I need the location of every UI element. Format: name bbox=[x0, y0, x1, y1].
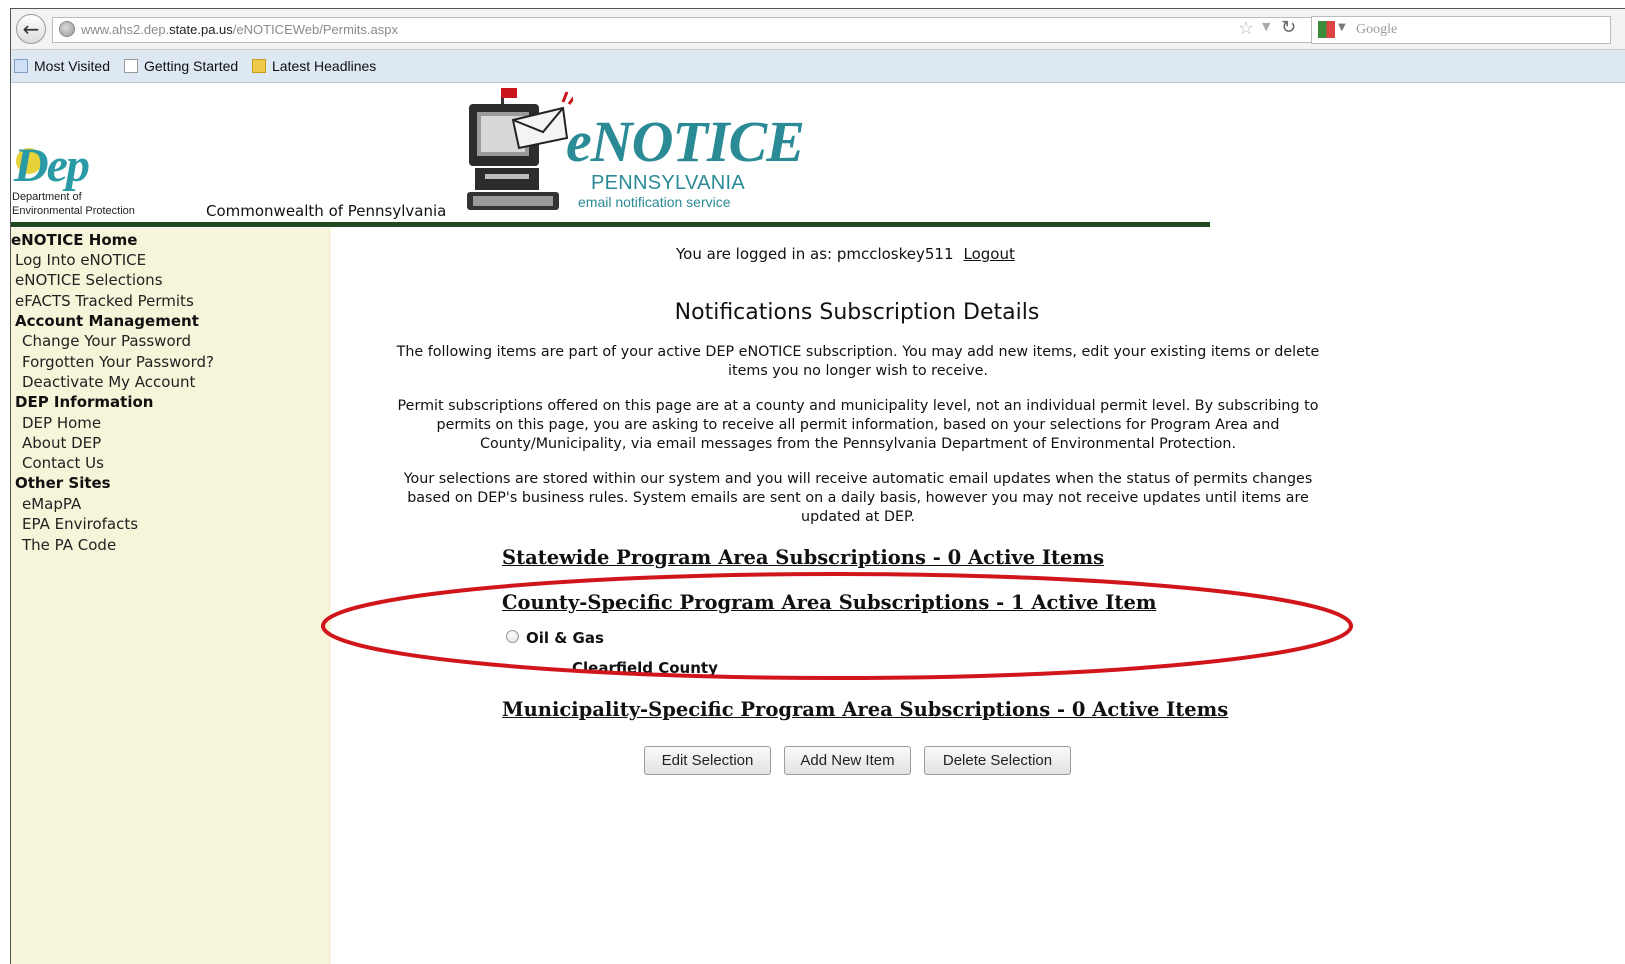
address-bar[interactable]: www.ahs2.dep.state.pa.us/eNOTICEWeb/Perm… bbox=[52, 17, 1317, 43]
statewide-subscriptions-link[interactable]: Statewide Program Area Subscriptions - 0… bbox=[502, 546, 1104, 569]
sidebar-item-change-password[interactable]: Change Your Password bbox=[22, 332, 191, 350]
google-icon bbox=[1318, 21, 1335, 38]
globe-icon bbox=[59, 21, 75, 37]
sidebar-item-emappa[interactable]: eMapPA bbox=[22, 495, 81, 513]
bookmark-latest-headlines[interactable]: Latest Headlines bbox=[252, 58, 376, 74]
search-placeholder: Google bbox=[1356, 22, 1398, 37]
logout-link[interactable]: Logout bbox=[964, 245, 1015, 263]
sidebar-item-dep-home[interactable]: DEP Home bbox=[22, 414, 101, 432]
permit-info-paragraph: Permit subscriptions offered on this pag… bbox=[397, 398, 1319, 452]
bookmark-getting-started[interactable]: Getting Started bbox=[124, 58, 238, 74]
dep-logo[interactable]: Dep bbox=[12, 140, 122, 192]
sidebar-item-efacts-tracked-permits[interactable]: eFACTS Tracked Permits bbox=[15, 292, 194, 310]
sidebar-item-pa-code[interactable]: The PA Code bbox=[22, 536, 116, 554]
header-divider bbox=[11, 222, 1210, 227]
sidebar-item-epa-envirofacts[interactable]: EPA Envirofacts bbox=[22, 515, 138, 533]
dep-logo-caption: Department of Environmental Protection bbox=[12, 191, 135, 217]
reload-icon[interactable]: ↻ bbox=[1281, 17, 1296, 38]
logged-in-text: You are logged in as: pmccloskey511 bbox=[676, 245, 954, 263]
back-button[interactable]: ← bbox=[16, 14, 46, 44]
search-input[interactable]: ▼ Google bbox=[1311, 16, 1611, 44]
page-icon bbox=[124, 59, 138, 73]
sidebar-item-forgotten-password[interactable]: Forgotten Your Password? bbox=[22, 353, 214, 371]
intro-paragraph: The following items are part of your act… bbox=[396, 344, 1320, 379]
page-title: Notifications Subscription Details bbox=[674, 300, 1040, 325]
enotice-logo-tagline: email notification service bbox=[578, 194, 731, 210]
url-text: www.ahs2.dep.state.pa.us/eNOTICEWeb/Perm… bbox=[81, 22, 398, 37]
sidebar-item-about-dep[interactable]: About DEP bbox=[22, 434, 101, 452]
sidebar-heading-account-management: Account Management bbox=[15, 312, 199, 330]
computer-mail-icon bbox=[467, 88, 573, 210]
add-new-item-button[interactable]: Add New Item bbox=[784, 746, 911, 775]
enotice-logo-state: PENNSYLVANIA bbox=[591, 172, 746, 194]
highlight-ellipse bbox=[321, 572, 1353, 680]
bookmark-star-icon[interactable]: ☆ bbox=[1238, 18, 1254, 39]
login-status: You are logged in as: pmccloskey511 Logou… bbox=[676, 245, 1015, 263]
sidebar-heading-dep-information: DEP Information bbox=[15, 393, 154, 411]
rss-folder-icon bbox=[252, 59, 266, 73]
chevron-down-icon[interactable]: ▼ bbox=[1338, 22, 1346, 33]
email-updates-paragraph: Your selections are stored within our sy… bbox=[403, 471, 1313, 525]
sidebar-item-enotice-selections[interactable]: eNOTICE Selections bbox=[15, 271, 163, 289]
sidebar-item-deactivate-account[interactable]: Deactivate My Account bbox=[22, 373, 195, 391]
commonwealth-text: Commonwealth of Pennsylvania bbox=[206, 202, 447, 220]
edit-selection-button[interactable]: Edit Selection bbox=[644, 746, 771, 775]
sidebar-item-log-into-enotice[interactable]: Log Into eNOTICE bbox=[15, 251, 146, 269]
enotice-logo-title: eNOTICE bbox=[566, 109, 805, 174]
most-visited-icon bbox=[14, 59, 28, 73]
delete-selection-button[interactable]: Delete Selection bbox=[924, 746, 1071, 775]
sidebar-item-enotice-home[interactable]: eNOTICE Home bbox=[11, 231, 137, 249]
sidebar-heading-other-sites: Other Sites bbox=[15, 474, 111, 492]
history-dropdown-icon[interactable]: ▼ bbox=[1262, 20, 1270, 33]
sidebar-item-contact-us[interactable]: Contact Us bbox=[22, 454, 104, 472]
municipality-subscriptions-link[interactable]: Municipality-Specific Program Area Subsc… bbox=[502, 698, 1228, 721]
bookmark-most-visited[interactable]: Most Visited bbox=[14, 58, 110, 74]
